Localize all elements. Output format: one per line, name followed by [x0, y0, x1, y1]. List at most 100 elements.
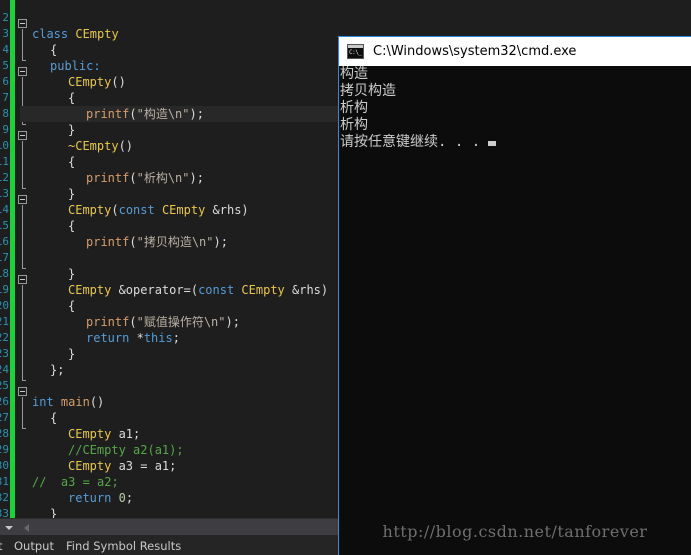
code-token: printf: [86, 107, 130, 121]
code-line[interactable]: };: [50, 362, 64, 378]
code-line[interactable]: // a3 = a2;: [32, 474, 119, 490]
code-token: CEmpty: [68, 283, 112, 297]
line-number: 16: [0, 235, 9, 248]
code-token: (: [129, 315, 137, 329]
code-token: int: [32, 395, 61, 409]
line-number: 19: [0, 283, 9, 296]
code-token: ;: [172, 331, 180, 345]
code-token: &operator=(: [111, 283, 199, 297]
code-token: "拷贝构造\n": [136, 235, 214, 249]
code-line[interactable]: ~CEmpty(): [68, 138, 133, 154]
code-token: {: [50, 43, 58, 57]
scroll-left-arrow-icon[interactable]: [19, 519, 34, 536]
cmd-icon: [347, 44, 364, 59]
code-line[interactable]: //CEmpty a2(a1);: [68, 442, 184, 458]
code-token: a3 = a1;: [111, 459, 177, 473]
tool-window-tab[interactable]: Output: [14, 537, 54, 555]
code-line[interactable]: CEmpty a3 = a1;: [68, 458, 176, 474]
code-token: const: [118, 203, 162, 217]
console-cursor: [488, 141, 497, 146]
code-line[interactable]: {: [68, 90, 75, 106]
code-token: "赋值操作符\n": [136, 315, 226, 329]
code-token: (: [129, 107, 137, 121]
line-number: 3: [2, 27, 9, 40]
line-number: 12: [0, 171, 9, 184]
code-line[interactable]: }: [68, 122, 75, 138]
code-lines[interactable]: class CEmpty{public: CEmpty(){printf("构造\…: [0, 0, 345, 518]
code-token: "构造\n": [136, 107, 190, 121]
code-token: };: [50, 363, 65, 377]
code-token: (: [129, 171, 137, 185]
line-number: 32: [0, 491, 9, 504]
console-titlebar[interactable]: C:\Windows\system32\cmd.exe: [339, 37, 691, 66]
code-line[interactable]: CEmpty &operator=(const CEmpty &rhs): [68, 282, 328, 298]
tool-window-tab[interactable]: Find Symbol Results: [66, 537, 181, 555]
code-token: //CEmpty a2(a1);: [68, 443, 184, 457]
code-token: a1;: [111, 427, 141, 441]
line-number: 14: [0, 203, 9, 216]
line-number: 24: [0, 363, 9, 376]
code-line[interactable]: CEmpty(): [68, 74, 126, 90]
code-token: return: [86, 331, 137, 345]
code-token: "析构\n": [136, 171, 190, 185]
code-token: // a3 = a2;: [32, 475, 119, 489]
code-line[interactable]: {: [68, 218, 75, 234]
tool-window-tabstrip[interactable]: t Output Find Symbol Results: [0, 535, 345, 555]
code-token: (: [111, 203, 119, 217]
code-line[interactable]: class CEmpty: [32, 26, 119, 42]
code-line[interactable]: printf("析构\n");: [86, 170, 204, 186]
console-output-area[interactable]: 构造 拷贝构造 析构 析构 请按任意键继续. . . http://blog.csdn.n…: [339, 66, 691, 555]
code-line[interactable]: }: [68, 266, 75, 282]
code-line[interactable]: printf("赋值操作符\n");: [86, 314, 240, 330]
line-number: 23: [0, 347, 9, 360]
code-token: }: [68, 267, 76, 281]
code-line[interactable]: }: [68, 346, 75, 362]
code-token: public:: [50, 59, 101, 73]
watermark-text: http://blog.csdn.net/tanforever: [382, 522, 648, 541]
code-token: CEmpty: [68, 427, 112, 441]
code-line[interactable]: public:: [50, 58, 101, 74]
line-number: 15: [0, 219, 9, 232]
line-number: 11: [0, 155, 9, 168]
code-token: );: [189, 107, 204, 121]
line-number: 30: [0, 459, 9, 472]
code-token: );: [189, 171, 204, 185]
code-line[interactable]: }: [50, 506, 57, 518]
editor-horizontal-scrollbar[interactable]: [0, 518, 345, 536]
code-line[interactable]: return 0;: [68, 490, 133, 506]
line-number: 29: [0, 443, 9, 456]
code-line[interactable]: }: [68, 186, 75, 202]
line-number: 7: [2, 91, 9, 104]
code-line[interactable]: {: [50, 42, 57, 58]
code-token: }: [68, 123, 76, 137]
code-token: }: [68, 347, 76, 361]
code-token: CEmpty: [68, 75, 112, 89]
console-title-text: C:\Windows\system32\cmd.exe: [373, 44, 577, 59]
console-line: 构造: [340, 66, 368, 82]
code-line[interactable]: {: [50, 410, 57, 426]
line-number: 31: [0, 475, 9, 488]
scroll-dropdown-button[interactable]: [0, 519, 17, 536]
line-number: 2: [2, 11, 9, 24]
line-number: 22: [0, 331, 9, 344]
tool-window-tab[interactable]: t: [0, 537, 3, 555]
code-line[interactable]: CEmpty a1;: [68, 426, 140, 442]
code-token: {: [68, 299, 76, 313]
code-token: {: [68, 219, 76, 233]
code-line[interactable]: {: [68, 154, 75, 170]
code-line[interactable]: printf("拷贝构造\n");: [86, 234, 228, 250]
code-token: main: [60, 395, 90, 409]
line-number: 27: [0, 411, 9, 424]
code-line[interactable]: printf("构造\n");: [86, 106, 204, 122]
editor-text-surface[interactable]: class CEmpty{public: CEmpty(){printf("构造\…: [0, 0, 345, 518]
code-line[interactable]: int main(): [32, 394, 104, 410]
code-token: (): [89, 395, 105, 409]
code-line[interactable]: CEmpty(const CEmpty &rhs): [68, 202, 249, 218]
line-number: 9: [2, 123, 9, 136]
code-line[interactable]: {: [68, 298, 75, 314]
code-token: 0: [118, 491, 126, 505]
code-line[interactable]: return *this;: [86, 330, 180, 346]
line-number: 10: [0, 139, 9, 152]
console-window[interactable]: C:\Windows\system32\cmd.exe 构造拷贝构造析构析构请按…: [338, 36, 691, 555]
code-token: );: [225, 315, 240, 329]
